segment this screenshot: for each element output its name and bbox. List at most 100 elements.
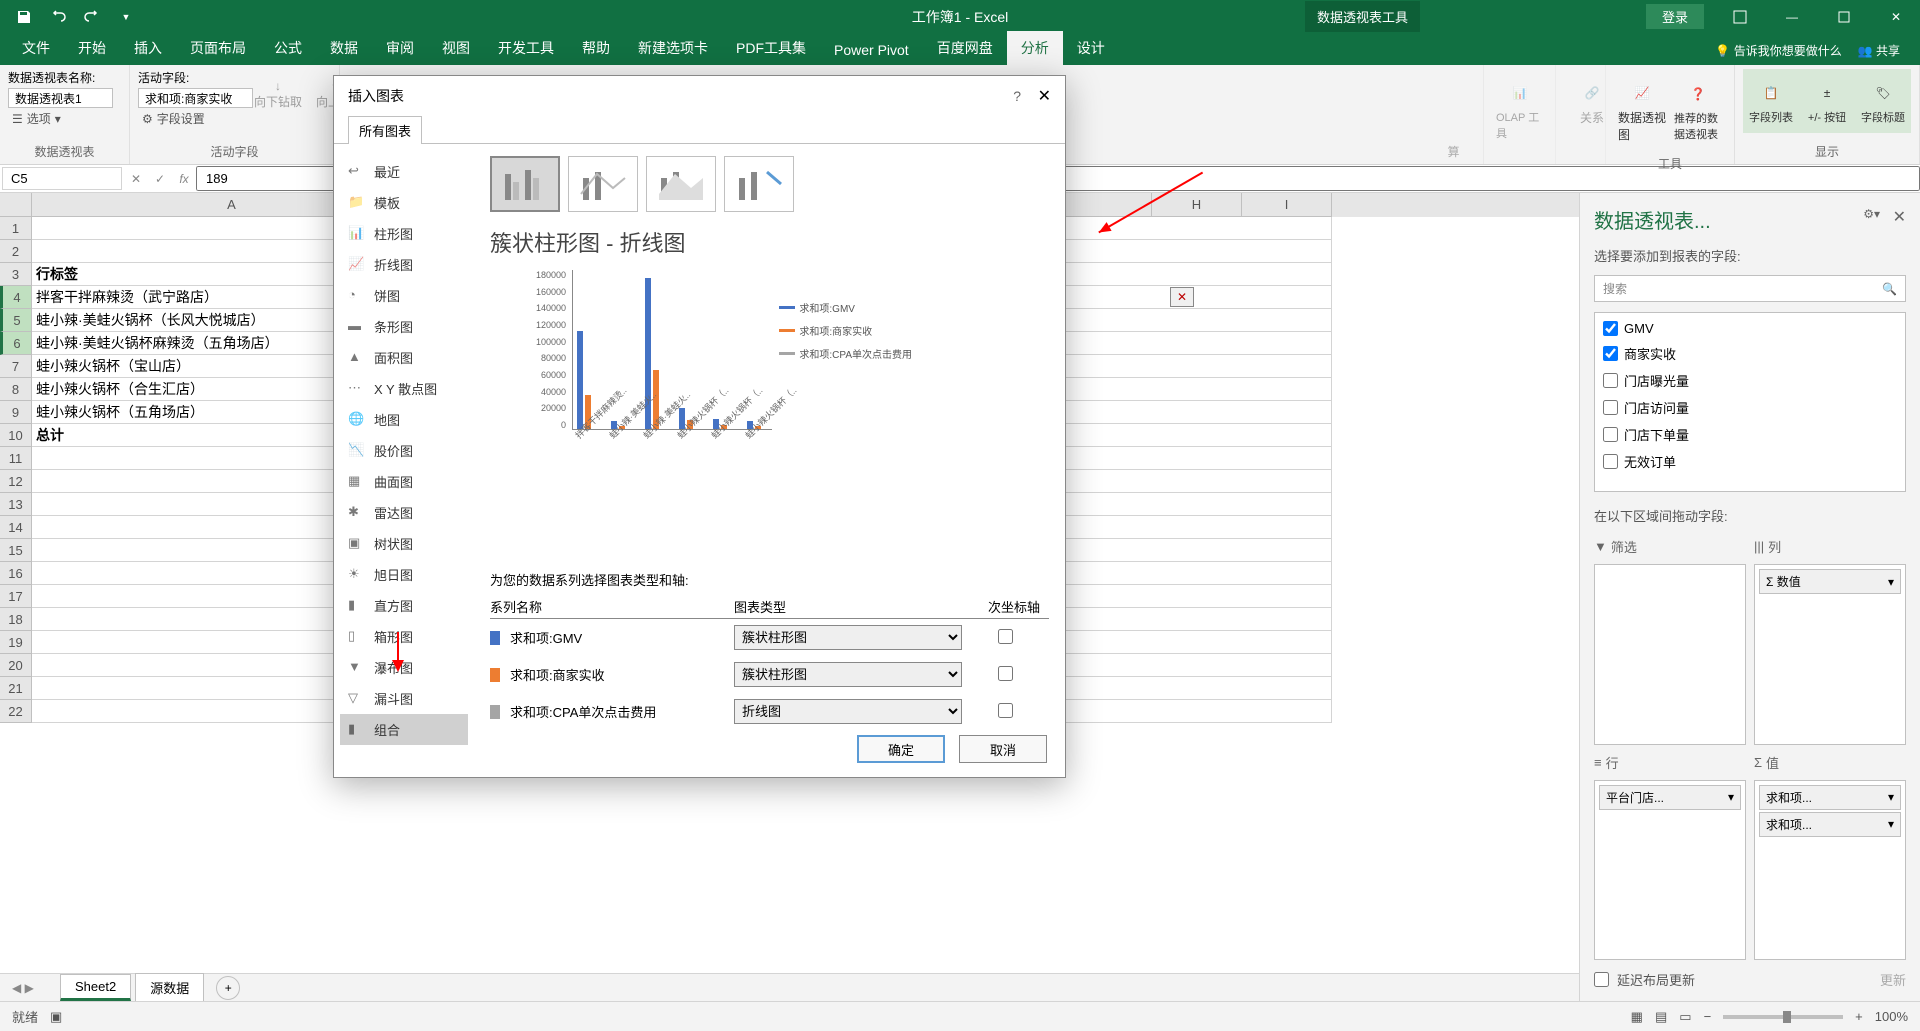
chart-type-select[interactable]: 簇状柱形图 <box>734 662 962 687</box>
field-checkbox[interactable] <box>1603 373 1618 388</box>
macro-record-icon[interactable]: ▣ <box>50 1009 62 1025</box>
active-field-input[interactable] <box>138 88 253 108</box>
chart-category-item[interactable]: ▮直方图 <box>340 590 468 621</box>
field-checkbox[interactable] <box>1603 427 1618 442</box>
qat-dropdown-icon[interactable]: ▼ <box>110 3 142 31</box>
redo-icon[interactable] <box>76 3 108 31</box>
row-header[interactable]: 1 <box>0 217 32 240</box>
field-search-input[interactable]: 搜索 🔍 <box>1594 275 1906 302</box>
plus-minus-button[interactable]: ±+/- 按钮 <box>1799 69 1855 133</box>
field-pane-close-icon[interactable]: ✕ <box>1893 207 1906 227</box>
chart-category-item[interactable]: ◔饼图 <box>340 280 468 311</box>
row-header[interactable]: 18 <box>0 608 32 631</box>
ribbon-display-icon[interactable] <box>1716 0 1764 33</box>
pt-name-input[interactable] <box>8 88 113 108</box>
save-icon[interactable] <box>8 3 40 31</box>
tab-help[interactable]: 帮助 <box>568 31 624 65</box>
chart-category-item[interactable]: ▣树状图 <box>340 528 468 559</box>
chart-category-item[interactable]: ▯箱形图 <box>340 621 468 652</box>
col-header-i[interactable]: I <box>1242 193 1332 217</box>
chart-category-item[interactable]: ▼瀑布图 <box>340 652 468 683</box>
val-item-2[interactable]: 求和项...▾ <box>1759 812 1901 837</box>
chart-category-list[interactable]: ↩最近📁模板📊柱形图📈折线图◔饼图▬条形图▲面积图⋯X Y 散点图🌐地图📉股价图… <box>334 144 474 734</box>
field-checkbox[interactable] <box>1603 400 1618 415</box>
field-checkbox[interactable] <box>1603 454 1618 469</box>
subtype-thumb-4[interactable] <box>724 156 794 212</box>
share-button[interactable]: 👥 共享 <box>1858 42 1900 59</box>
cancel-button[interactable]: 取消 <box>959 735 1047 763</box>
tab-file[interactable]: 文件 <box>8 31 64 65</box>
name-box[interactable] <box>2 167 122 190</box>
row-item[interactable]: 平台门店...▾ <box>1599 785 1741 810</box>
tab-home[interactable]: 开始 <box>64 31 120 65</box>
tab-data[interactable]: 数据 <box>316 31 372 65</box>
tab-design[interactable]: 设计 <box>1063 31 1119 65</box>
chart-category-item[interactable]: 📈折线图 <box>340 249 468 280</box>
chart-type-select[interactable]: 簇状柱形图 <box>734 625 962 650</box>
chart-category-item[interactable]: ✱雷达图 <box>340 497 468 528</box>
zoom-slider[interactable] <box>1723 1015 1843 1019</box>
tab-formulas[interactable]: 公式 <box>260 31 316 65</box>
chart-category-item[interactable]: ☀旭日图 <box>340 559 468 590</box>
field-checkbox[interactable] <box>1603 346 1618 361</box>
field-headers-button[interactable]: 🏷字段标题 <box>1855 69 1911 133</box>
ok-button[interactable]: 确定 <box>857 735 945 763</box>
subtype-thumb-2[interactable] <box>568 156 638 212</box>
options-button[interactable]: ☰ 选项 ▾ <box>8 108 121 129</box>
zoom-out-icon[interactable]: − <box>1704 1009 1712 1024</box>
tab-review[interactable]: 审阅 <box>372 31 428 65</box>
tab-analyze[interactable]: 分析 <box>1007 31 1063 65</box>
col-header-h[interactable]: H <box>1152 193 1242 217</box>
val-item-1[interactable]: 求和项...▾ <box>1759 785 1901 810</box>
view-pagebreak-icon[interactable]: ▭ <box>1679 1009 1691 1025</box>
tab-baidu[interactable]: 百度网盘 <box>923 31 1007 65</box>
cancel-formula-icon[interactable]: ✕ <box>124 172 148 186</box>
tab-developer[interactable]: 开发工具 <box>484 31 568 65</box>
row-header[interactable]: 21 <box>0 677 32 700</box>
row-header[interactable]: 19 <box>0 631 32 654</box>
row-header[interactable]: 3 <box>0 263 32 286</box>
field-item[interactable]: 无效订单 <box>1599 448 1901 475</box>
chart-category-item[interactable]: ▽漏斗图 <box>340 683 468 714</box>
zoom-level[interactable]: 100% <box>1875 1009 1908 1024</box>
defer-layout-checkbox[interactable] <box>1594 972 1609 987</box>
undo-icon[interactable] <box>42 3 74 31</box>
fx-icon[interactable]: fx <box>172 172 196 186</box>
chart-category-item[interactable]: ↩最近 <box>340 156 468 187</box>
field-item[interactable]: 门店下单量 <box>1599 421 1901 448</box>
dialog-titlebar[interactable]: 插入图表 ? ✕ <box>334 76 1065 116</box>
row-header[interactable]: 2 <box>0 240 32 263</box>
view-normal-icon[interactable]: ▦ <box>1631 1009 1643 1025</box>
view-pagelayout-icon[interactable]: ▤ <box>1655 1009 1667 1025</box>
row-header[interactable]: 7 <box>0 355 32 378</box>
field-item[interactable]: 门店曝光量 <box>1599 367 1901 394</box>
minimize-icon[interactable]: — <box>1768 0 1816 33</box>
add-sheet-button[interactable]: + <box>216 976 240 1000</box>
dialog-help-icon[interactable]: ? <box>1013 88 1021 104</box>
dialog-tab-all[interactable]: 所有图表 <box>348 116 422 144</box>
field-item[interactable]: GMV <box>1599 317 1901 340</box>
chart-category-item[interactable]: 📊柱形图 <box>340 218 468 249</box>
login-button[interactable]: 登录 <box>1646 4 1704 29</box>
close-icon[interactable]: ✕ <box>1872 0 1920 33</box>
row-header[interactable]: 5 <box>0 309 32 332</box>
chart-category-item[interactable]: 🌐地图 <box>340 404 468 435</box>
zoom-in-icon[interactable]: + <box>1855 1009 1863 1024</box>
enter-formula-icon[interactable]: ✓ <box>148 172 172 186</box>
field-list-button[interactable]: 📋字段列表 <box>1743 69 1799 133</box>
field-list[interactable]: GMV商家实收门店曝光量门店访问量门店下单量无效订单 <box>1594 312 1906 492</box>
field-checkbox[interactable] <box>1603 321 1618 336</box>
tab-insert[interactable]: 插入 <box>120 31 176 65</box>
tab-powerpivot[interactable]: Power Pivot <box>820 35 923 65</box>
row-header[interactable]: 6 <box>0 332 32 355</box>
row-header[interactable]: 20 <box>0 654 32 677</box>
chart-category-item[interactable]: ▦曲面图 <box>340 466 468 497</box>
col-item[interactable]: Σ 数值▾ <box>1759 569 1901 594</box>
row-header[interactable]: 9 <box>0 401 32 424</box>
tab-pagelayout[interactable]: 页面布局 <box>176 31 260 65</box>
dialog-close-icon[interactable]: ✕ <box>1038 86 1051 106</box>
vals-area[interactable]: 求和项...▾ 求和项...▾ <box>1754 780 1906 961</box>
rows-area[interactable]: 平台门店...▾ <box>1594 780 1746 961</box>
row-header[interactable]: 22 <box>0 700 32 723</box>
secondary-axis-checkbox[interactable] <box>998 703 1013 718</box>
